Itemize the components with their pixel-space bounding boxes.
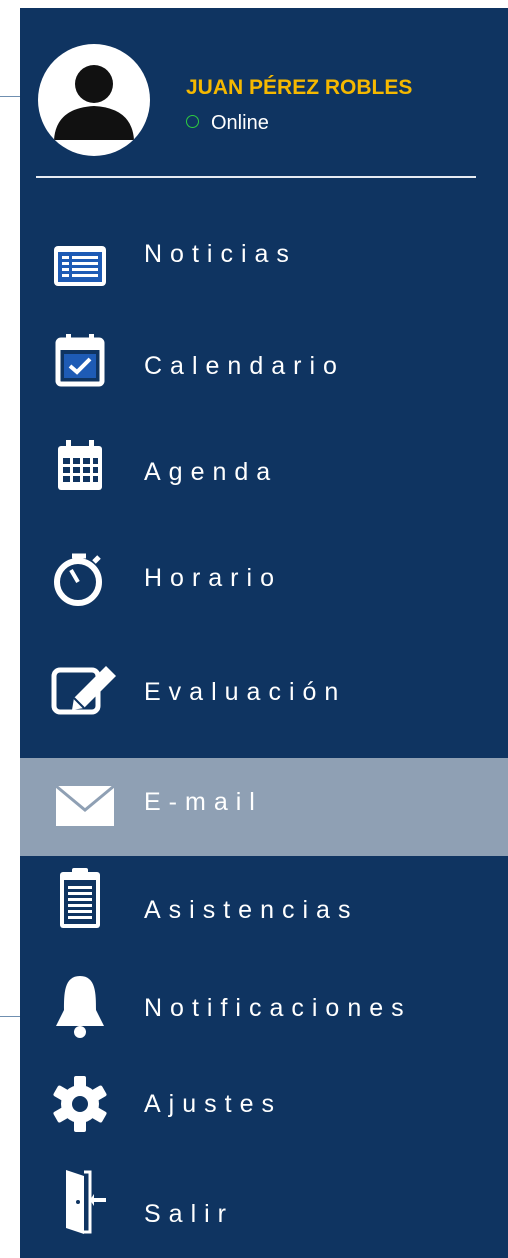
menu-item-noticias[interactable]: Noticias <box>20 214 508 312</box>
menu-item-label: Calendario <box>144 352 345 380</box>
calendar-grid-icon <box>50 436 110 496</box>
menu-item-notificaciones[interactable]: Notificaciones <box>20 964 508 1062</box>
menu-item-calendario[interactable]: Calendario <box>20 318 508 416</box>
menu-item-ajustes[interactable]: Ajustes <box>20 1066 508 1164</box>
calendar-check-icon <box>50 330 110 390</box>
menu-item-asistencias[interactable]: Asistencias <box>20 860 508 958</box>
menu-item-email[interactable]: E-mail <box>20 758 508 856</box>
mail-icon <box>50 782 115 842</box>
profile-divider <box>36 176 476 178</box>
user-silhouette-icon <box>54 65 134 140</box>
edit-icon <box>50 660 116 720</box>
news-icon <box>50 236 110 296</box>
clipboard-icon <box>50 862 110 928</box>
user-status: Online <box>186 112 269 135</box>
exit-door-icon <box>50 1166 110 1234</box>
menu-item-agenda[interactable]: Agenda <box>20 424 508 522</box>
menu-item-label: E-mail <box>144 788 263 816</box>
menu-item-label: Notificaciones <box>144 994 412 1022</box>
user-name: JUAN PÉREZ ROBLES <box>186 76 413 99</box>
stopwatch-icon <box>50 548 110 608</box>
menu-item-salir[interactable]: Salir <box>20 1160 508 1258</box>
user-status-label: Online <box>211 112 269 134</box>
menu-item-label: Evaluación <box>144 678 347 706</box>
online-indicator-icon <box>186 115 199 129</box>
menu-item-label: Salir <box>144 1200 235 1228</box>
menu-item-evaluacion[interactable]: Evaluación <box>20 636 508 734</box>
gear-icon <box>50 1074 110 1134</box>
menu-item-horario[interactable]: Horario <box>20 530 508 628</box>
bell-icon <box>50 970 110 1038</box>
menu-item-label: Horario <box>144 564 282 592</box>
menu-item-label: Noticias <box>144 240 297 268</box>
menu-item-label: Asistencias <box>144 896 359 924</box>
menu-item-label: Ajustes <box>144 1090 282 1118</box>
avatar[interactable] <box>38 44 150 156</box>
menu-item-label: Agenda <box>144 458 279 486</box>
